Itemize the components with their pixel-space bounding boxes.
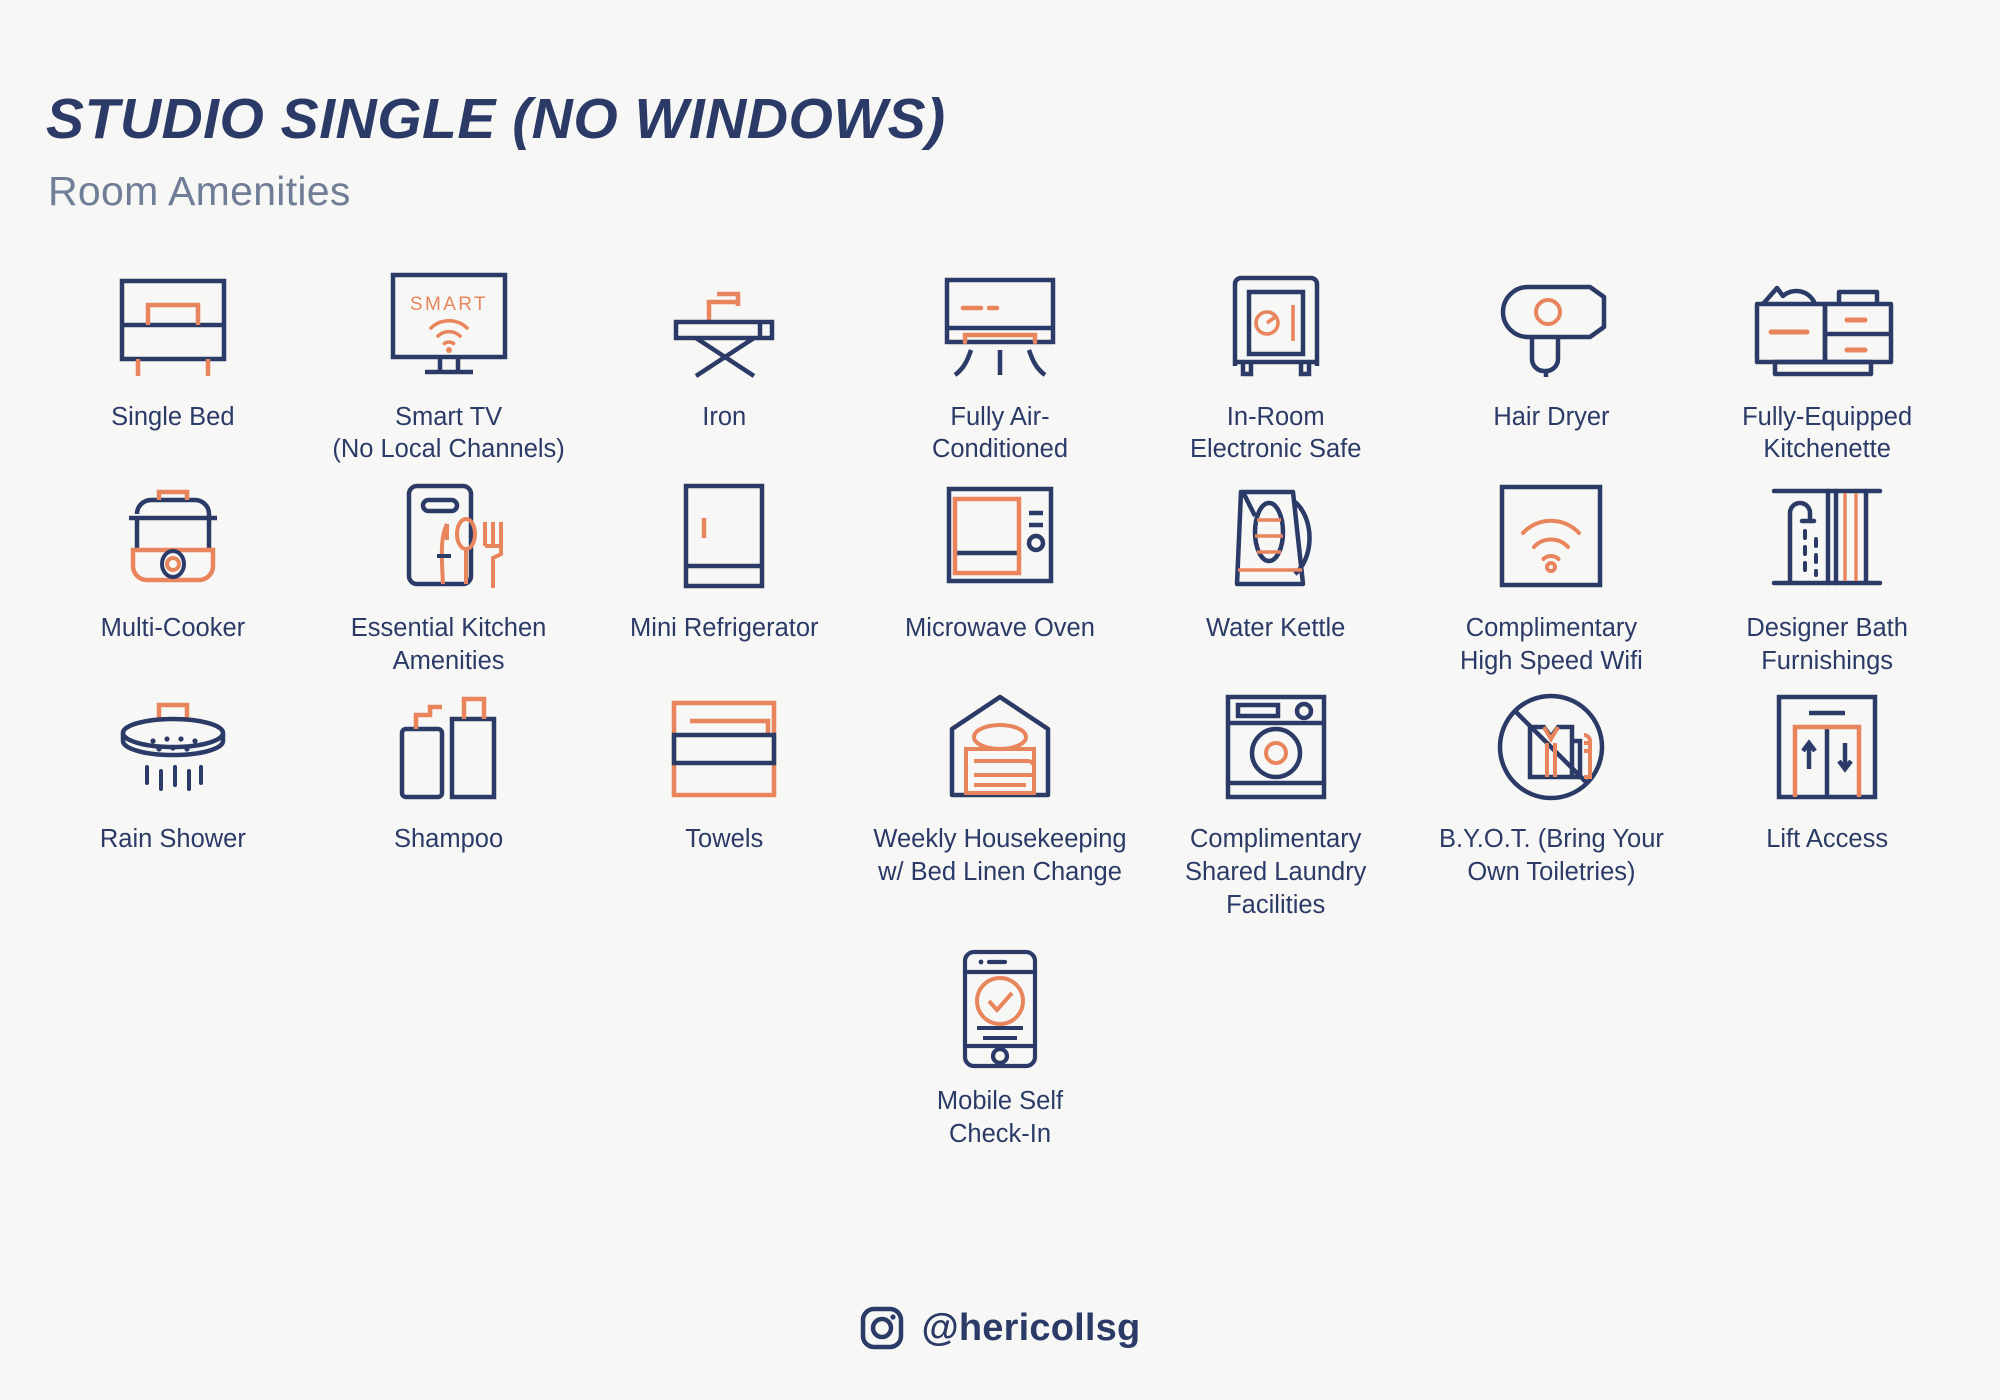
- amenity-item: Microwave Oven: [862, 470, 1138, 677]
- amenities-grid-last-row: Mobile Self Check-In: [0, 943, 2000, 1150]
- header: STUDIO SINGLE (NO WINDOWS) Room Amenitie…: [0, 0, 2000, 215]
- amenity-item: Complimentary High Speed Wifi: [1414, 470, 1690, 677]
- amenity-label: Fully-Equipped Kitchenette: [1742, 402, 1913, 464]
- amenity-label: Shampoo: [393, 825, 504, 854]
- tv-screen-label: SMART: [409, 294, 487, 315]
- air-conditioner-icon: [937, 269, 1063, 381]
- elevator-icon: [1771, 691, 1883, 803]
- amenity-label: In-Room Electronic Safe: [1189, 402, 1362, 464]
- kitchenette-icon: [1751, 269, 1903, 381]
- kettle-icon: [1221, 480, 1331, 592]
- amenity-item: Iron: [586, 259, 862, 466]
- no-toiletries-icon: [1492, 691, 1610, 803]
- iron-icon: [662, 269, 786, 381]
- amenity-item: Fully-Equipped Kitchenette: [1689, 259, 1965, 466]
- bed-icon: [108, 269, 238, 381]
- footer: @hericollsg: [0, 1306, 2000, 1350]
- amenity-item: Essential Kitchen Amenities: [311, 470, 587, 677]
- page-subtitle: Room Amenities: [48, 167, 351, 214]
- amenity-label: Mini Refrigerator: [630, 614, 819, 643]
- amenity-label: B.Y.O.T. (Bring Your Own Toiletries): [1438, 825, 1664, 886]
- amenity-label: Essential Kitchen Amenities: [350, 614, 547, 675]
- amenity-label: Microwave Oven: [905, 614, 1095, 643]
- smart-tv-icon: SMART: [385, 269, 513, 381]
- amenities-infographic: STUDIO SINGLE (NO WINDOWS) Room Amenitie…: [0, 0, 2000, 1400]
- shower-curtain-icon: [1768, 480, 1886, 592]
- page-title: STUDIO SINGLE (NO WINDOWS): [46, 87, 946, 151]
- amenity-label: Single Bed: [111, 402, 235, 431]
- amenities-grid: Single Bed SMART Smart TV (No Local Chan…: [35, 259, 1965, 921]
- amenity-item: Single Bed: [35, 259, 311, 466]
- mobile-checkin-icon: [957, 950, 1043, 1069]
- amenity-item: Fully Air- Conditioned: [862, 259, 1138, 466]
- amenity-item: B.Y.O.T. (Bring Your Own Toiletries): [1414, 681, 1690, 921]
- amenity-label: Hair Dryer: [1493, 402, 1610, 431]
- instagram-handle[interactable]: @hericollsg: [922, 1307, 1141, 1350]
- amenity-label: Smart TV (No Local Channels): [332, 402, 565, 464]
- amenity-label: Complimentary High Speed Wifi: [1460, 614, 1643, 675]
- rain-shower-icon: [109, 691, 237, 803]
- amenity-label: Designer Bath Furnishings: [1746, 614, 1908, 675]
- towels-icon: [664, 691, 784, 803]
- amenity-item: Complimentary Shared Laundry Facilities: [1138, 681, 1414, 921]
- cutting-board-utensils-icon: [387, 480, 511, 592]
- amenity-item: Weekly Housekeeping w/ Bed Linen Change: [862, 681, 1138, 921]
- amenity-item: SMART Smart TV (No Local Channels): [311, 259, 587, 466]
- amenity-label: Mobile Self Check-In: [936, 1087, 1064, 1148]
- instagram-icon[interactable]: [860, 1306, 904, 1350]
- amenity-item: Mini Refrigerator: [586, 470, 862, 677]
- amenity-item: Water Kettle: [1138, 470, 1414, 677]
- amenity-item: Designer Bath Furnishings: [1689, 470, 1965, 677]
- amenity-item: In-Room Electronic Safe: [1138, 259, 1414, 466]
- amenity-label: Fully Air- Conditioned: [931, 402, 1069, 464]
- amenity-label: Towels: [685, 825, 764, 854]
- amenity-item: Multi-Cooker: [35, 470, 311, 677]
- amenity-item: Hair Dryer: [1414, 259, 1690, 466]
- wifi-icon: [1496, 480, 1606, 592]
- amenity-item: Towels: [586, 681, 862, 921]
- amenity-label: Complimentary Shared Laundry Facilities: [1184, 825, 1367, 919]
- amenity-item: Rain Shower: [35, 681, 311, 921]
- refrigerator-icon: [674, 480, 774, 592]
- amenity-label: Weekly Housekeeping w/ Bed Linen Change: [873, 825, 1127, 886]
- microwave-icon: [941, 480, 1059, 592]
- hair-dryer-icon: [1488, 269, 1614, 381]
- amenity-item: Shampoo: [311, 681, 587, 921]
- amenity-label: Water Kettle: [1206, 614, 1346, 643]
- amenity-item: Lift Access: [1689, 681, 1965, 921]
- amenity-label: Iron: [702, 402, 747, 431]
- amenity-item: Mobile Self Check-In: [862, 943, 1138, 1150]
- housekeeping-linen-icon: [940, 691, 1060, 803]
- washing-machine-icon: [1220, 691, 1332, 803]
- safe-icon: [1221, 269, 1331, 381]
- amenity-label: Lift Access: [1766, 825, 1889, 854]
- shampoo-bottles-icon: [392, 691, 506, 803]
- amenity-label: Multi-Cooker: [100, 614, 246, 643]
- multi-cooker-icon: [113, 480, 233, 592]
- amenity-label: Rain Shower: [99, 825, 246, 854]
